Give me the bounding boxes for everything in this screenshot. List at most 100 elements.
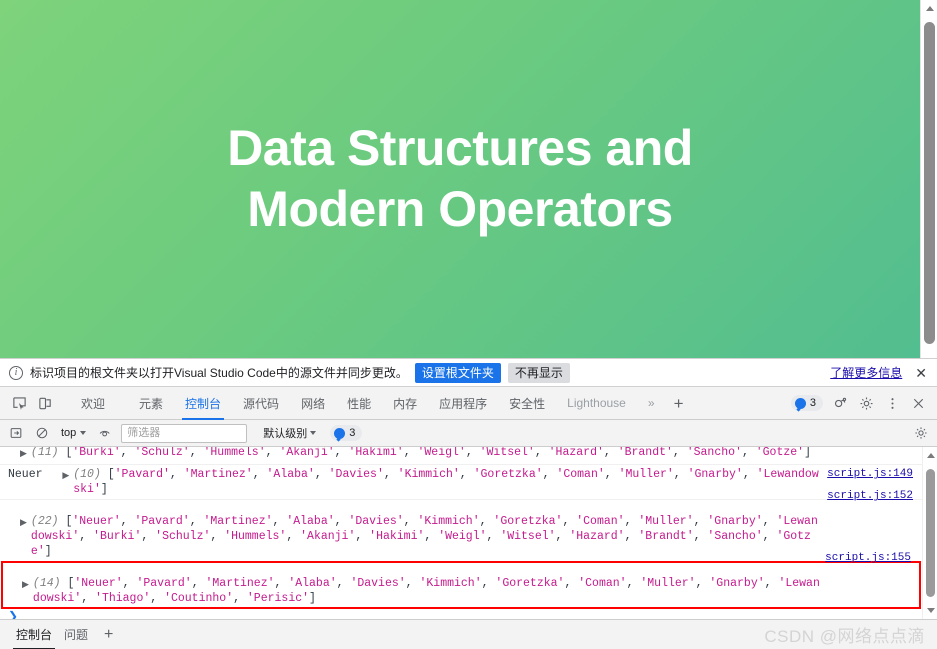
array-separator: , (252, 468, 267, 482)
console-issues-badge[interactable]: 3 (330, 425, 363, 442)
console-filter-toolbar: top 默认级别 3 (0, 420, 937, 448)
add-tab-icon[interactable]: + (666, 390, 692, 416)
console-scroll-up-arrow-icon[interactable] (923, 447, 937, 465)
array-string-item: 'Hummels' (224, 530, 287, 544)
array-string-item: 'Gnarby' (709, 577, 765, 591)
tab-label: Lighthouse (567, 396, 626, 411)
array-separator: , (334, 447, 349, 460)
console-message-row[interactable]: Neuer ▶ (10) ['Pavard', 'Martinez', 'Alab… (0, 465, 922, 501)
gear-icon[interactable] (853, 390, 879, 416)
tab-security[interactable]: 安全性 (498, 387, 556, 420)
dont-show-again-button[interactable]: 不再显示 (507, 362, 570, 383)
customize-icon[interactable] (827, 390, 853, 416)
array-string-item: 'Davies' (350, 577, 406, 591)
devtools-window: Data Structures and Modern Operators i 标… (0, 0, 937, 649)
array-string-item: 'Pavard' (114, 468, 170, 482)
issues-badge[interactable]: 3 (790, 395, 823, 412)
drawer-tabbar: 控制台 问题 + CSDN @网络点点滴 (0, 619, 937, 649)
page-vertical-scrollbar[interactable] (920, 0, 937, 359)
console-array-value: (11) ['Burki', 'Schulz', 'Hummels', 'Aka… (31, 447, 922, 460)
tab-label: 内存 (393, 396, 418, 411)
tab-application[interactable]: 应用程序 (428, 387, 498, 420)
more-tabs-icon[interactable]: » (637, 387, 666, 420)
array-string-item: 'Coman' (576, 515, 625, 529)
console-prompt[interactable]: ❯ (0, 608, 922, 619)
array-string-item: 'Coutinho' (164, 592, 234, 606)
array-separator: , (403, 447, 418, 460)
array-string-item: 'Witsel' (500, 530, 556, 544)
array-string-item: 'Hazard' (548, 447, 604, 460)
array-separator: , (673, 468, 688, 482)
tab-label: 网络 (301, 396, 326, 411)
set-root-folder-button[interactable]: 设置根文件夹 (414, 362, 501, 383)
context-label: top (61, 427, 77, 440)
page-scrollbar-thumb[interactable] (924, 22, 935, 344)
watermark: CSDN @网络点点滴 (764, 627, 925, 646)
device-toolbar-icon[interactable] (32, 390, 58, 416)
array-separator: , (424, 530, 439, 544)
drawer-add-tab-icon[interactable]: + (94, 626, 123, 643)
console-filter-input[interactable] (121, 423, 248, 443)
array-separator: , (272, 515, 287, 529)
array-string-item: 'Sancho' (686, 447, 742, 460)
live-expression-icon[interactable] (95, 423, 116, 444)
learn-more-link[interactable]: 了解更多信息 (830, 364, 902, 381)
array-string-item: 'Goretzka' (473, 468, 543, 482)
array-separator: , (695, 577, 710, 591)
array-separator: , (334, 515, 349, 529)
console-source-link[interactable]: script.js:149 (827, 467, 913, 482)
expand-array-triangle-icon[interactable]: ▶ (0, 447, 31, 462)
close-devtools-icon[interactable] (905, 390, 931, 416)
scroll-up-arrow-icon[interactable] (921, 0, 937, 17)
array-separator: , (479, 515, 494, 529)
log-level-selector[interactable]: 默认级别 (260, 423, 319, 443)
array-string-item: 'Alaba' (266, 468, 315, 482)
no-entry-icon[interactable] (31, 423, 52, 444)
execution-context-selector[interactable]: top (57, 425, 90, 441)
console-message-prefix: Neuer (8, 468, 57, 482)
console-message-row[interactable]: ▶ (11) ['Burki', 'Schulz', 'Hummels', 'Ak… (0, 447, 922, 466)
workspace-notification-bar: i 标识项目的根文件夹以打开Visual Studio Code中的源文件并同步… (0, 358, 937, 388)
expand-array-triangle-icon[interactable]: ▶ (0, 514, 31, 531)
tab-welcome[interactable]: 欢迎 (70, 387, 116, 420)
tab-lighthouse[interactable]: Lighthouse (556, 387, 637, 420)
console-message-row[interactable]: ▶ (22) ['Neuer', 'Pavard', 'Martinez', 'A… (0, 490, 922, 563)
tab-sources[interactable]: 源代码 (232, 387, 290, 420)
array-string-item: 'Muller' (618, 468, 674, 482)
inspect-element-icon[interactable] (6, 390, 32, 416)
tab-elements[interactable]: 元素 (128, 387, 174, 420)
array-separator: , (383, 468, 398, 482)
expand-array-triangle-icon[interactable]: ▶ (56, 467, 73, 484)
console-vertical-scrollbar[interactable] (922, 447, 937, 619)
clear-console-icon[interactable] (5, 423, 26, 444)
close-icon[interactable]: ✕ (909, 366, 929, 380)
array-separator: , (562, 515, 577, 529)
console-source-link[interactable]: script.js:152 (827, 489, 913, 504)
console-settings-gear-icon[interactable] (910, 423, 931, 444)
console-output: ▶ (11) ['Burki', 'Schulz', 'Hummels', 'Ak… (0, 447, 937, 619)
array-separator: , (624, 515, 639, 529)
drawer-tab-console[interactable]: 控制台 (10, 620, 58, 649)
console-message-list[interactable]: ▶ (11) ['Burki', 'Schulz', 'Hummels', 'Ak… (0, 447, 922, 619)
console-scrollbar-thumb[interactable] (926, 469, 935, 597)
console-scroll-down-arrow-icon[interactable] (923, 602, 937, 619)
array-string-item: 'Kimmich' (419, 577, 482, 591)
array-separator: , (534, 447, 549, 460)
drawer-tab-issues[interactable]: 问题 (58, 620, 94, 649)
expand-array-triangle-icon[interactable]: ▶ (2, 576, 33, 593)
array-separator: , (274, 577, 289, 591)
tab-network[interactable]: 网络 (290, 387, 336, 420)
console-array-value: (22) ['Neuer', 'Pavard', 'Martinez', 'Al… (31, 514, 922, 559)
array-string-item: 'Brandt' (617, 447, 673, 460)
array-separator: , (626, 577, 641, 591)
array-string-item: 'Neuer' (74, 577, 123, 591)
tab-performance[interactable]: 性能 (336, 387, 382, 420)
tab-console[interactable]: 控制台 (174, 387, 232, 420)
array-separator: , (564, 577, 579, 591)
tab-memory[interactable]: 内存 (382, 387, 428, 420)
console-message-row[interactable]: ▶ (14) ['Neuer', 'Pavard', 'Martinez', 'A… (1, 552, 921, 610)
kebab-menu-icon[interactable] (879, 390, 905, 416)
array-length-label: (22) (30, 515, 66, 529)
array-separator: , (481, 577, 496, 591)
console-source-link[interactable]: script.js:155 (825, 551, 911, 566)
